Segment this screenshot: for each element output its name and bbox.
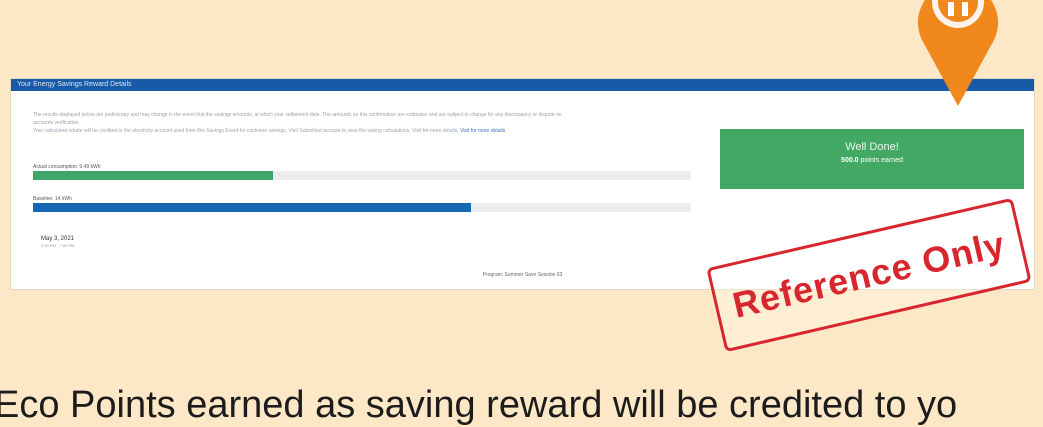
disclaimer-line: Your calculated rebate will be credited … [33,127,693,135]
disclaimer-line: accounts verification. [33,120,80,126]
baseline-bar-track [33,203,691,212]
consumption-bar-track [33,171,691,180]
points-label: points earned [860,157,903,164]
details-link[interactable]: Visit for more details [460,128,505,134]
consumption-bar-group: Actual consumption: 9.49 kWh [33,163,691,180]
panel-header: Your Energy Savings Reward Details [11,79,1034,91]
event-time: 3:30 PM - 7:00 PM [41,243,75,248]
map-pin-icon [918,0,998,106]
event-date-block: May 3, 2021 3:30 PM - 7:00 PM [41,236,74,248]
disclaimer-line: The results displayed below are prelimin… [33,112,562,118]
baseline-bar-label: Baseline: 14 kWh [33,196,72,202]
well-done-title: Well Done! [845,141,899,153]
points-value: 500.0 [841,157,859,164]
event-date: May 3, 2021 [41,236,75,242]
points-summary: 500.0 points earned [720,157,1024,164]
baseline-bar-group: Baseline: 14 kWh [33,195,691,212]
consumption-bar-fill [33,171,274,180]
disclaimer-text: The results displayed below are prelimin… [33,111,693,135]
consumption-bar-label: Actual consumption: 9.49 kWh [33,164,101,170]
disclaimer-text-line: Your calculated rebate will be credited … [33,128,459,134]
well-done-card: Well Done! 500.0 points earned [720,129,1024,189]
baseline-bar-fill [33,203,471,212]
caption-text: Eco Points earned as saving reward will … [0,384,958,426]
